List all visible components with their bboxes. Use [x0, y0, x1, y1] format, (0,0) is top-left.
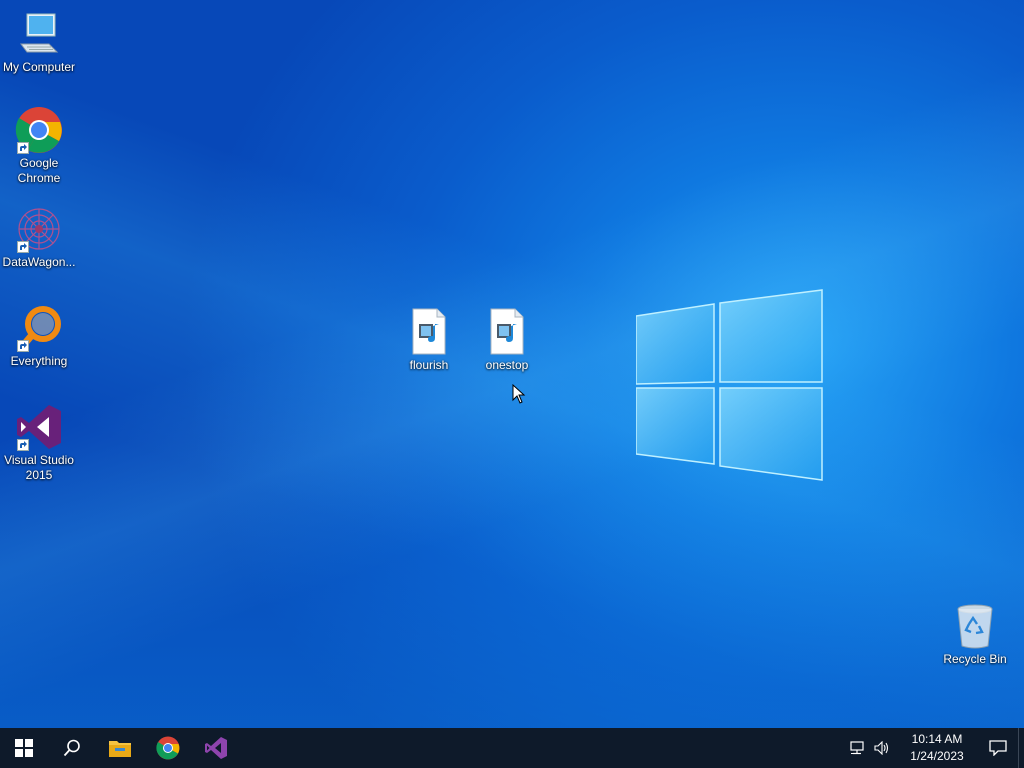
- desktop-icon-visual-studio[interactable]: Visual Studio 2015: [1, 403, 77, 483]
- search-icon: [63, 739, 80, 757]
- visual-studio-icon: [15, 403, 63, 451]
- file-explorer-button[interactable]: [96, 728, 144, 768]
- folder-icon: [109, 741, 131, 757]
- notification-icon: [989, 740, 1007, 756]
- chrome-taskbar-button[interactable]: [144, 728, 192, 768]
- desktop-icon-datawagon[interactable]: DataWagon...: [1, 205, 77, 270]
- desktop-icon-label: Everything: [10, 354, 68, 368]
- desktop-icon-label: flourish: [409, 358, 449, 372]
- shortcut-arrow-icon: [17, 241, 29, 253]
- show-desktop-button[interactable]: [1018, 728, 1024, 768]
- desktop-icon-label: Google Chrome: [17, 156, 61, 185]
- recycle-bin-icon: [951, 602, 999, 650]
- desktop-icon-my-computer[interactable]: My Computer: [1, 10, 77, 75]
- system-tray: 10:14 AM 1/24/2023: [846, 728, 1024, 768]
- start-button[interactable]: [0, 728, 48, 768]
- visual-studio-icon: [205, 737, 227, 759]
- background-floor-glow: [0, 440, 1024, 728]
- media-file-icon: [483, 308, 531, 356]
- desktop-icon-flourish[interactable]: flourish: [391, 308, 467, 373]
- windows-wallpaper-logo: [636, 289, 823, 481]
- visual-studio-taskbar-button[interactable]: [192, 728, 240, 768]
- shortcut-arrow-icon: [17, 340, 29, 352]
- desktop-icon-label: Visual Studio 2015: [4, 453, 74, 482]
- chrome-icon: [15, 106, 63, 154]
- desktop-icon-label: Recycle Bin: [943, 652, 1007, 666]
- computer-icon: [15, 10, 63, 58]
- search-button[interactable]: [48, 728, 96, 768]
- desktop-icon-label: DataWagon...: [2, 255, 76, 269]
- desktop-icon-recycle-bin[interactable]: Recycle Bin: [937, 602, 1013, 667]
- volume-icon[interactable]: [870, 728, 894, 768]
- desktop-icon-everything[interactable]: Everything: [1, 304, 77, 369]
- taskbar: 10:14 AM 1/24/2023: [0, 728, 1024, 768]
- taskbar-clock[interactable]: 10:14 AM 1/24/2023: [902, 731, 972, 765]
- datawagon-icon: [15, 205, 63, 253]
- media-file-icon: [405, 308, 453, 356]
- shortcut-arrow-icon: [17, 142, 29, 154]
- network-icon[interactable]: [846, 728, 870, 768]
- chrome-icon: [156, 736, 180, 760]
- desktop-icon-onestop[interactable]: onestop: [469, 308, 545, 373]
- mouse-cursor-icon: [512, 384, 526, 404]
- clock-date: 1/24/2023: [910, 749, 964, 763]
- desktop-icon-label: onestop: [485, 358, 529, 372]
- action-center-button[interactable]: [978, 728, 1018, 768]
- windows-icon: [15, 739, 33, 757]
- desktop-icon-label: My Computer: [2, 60, 76, 74]
- clock-time: 10:14 AM: [911, 732, 963, 746]
- shortcut-arrow-icon: [17, 439, 29, 451]
- desktop-icon-google-chrome[interactable]: Google Chrome: [1, 106, 77, 186]
- everything-icon: [15, 304, 63, 352]
